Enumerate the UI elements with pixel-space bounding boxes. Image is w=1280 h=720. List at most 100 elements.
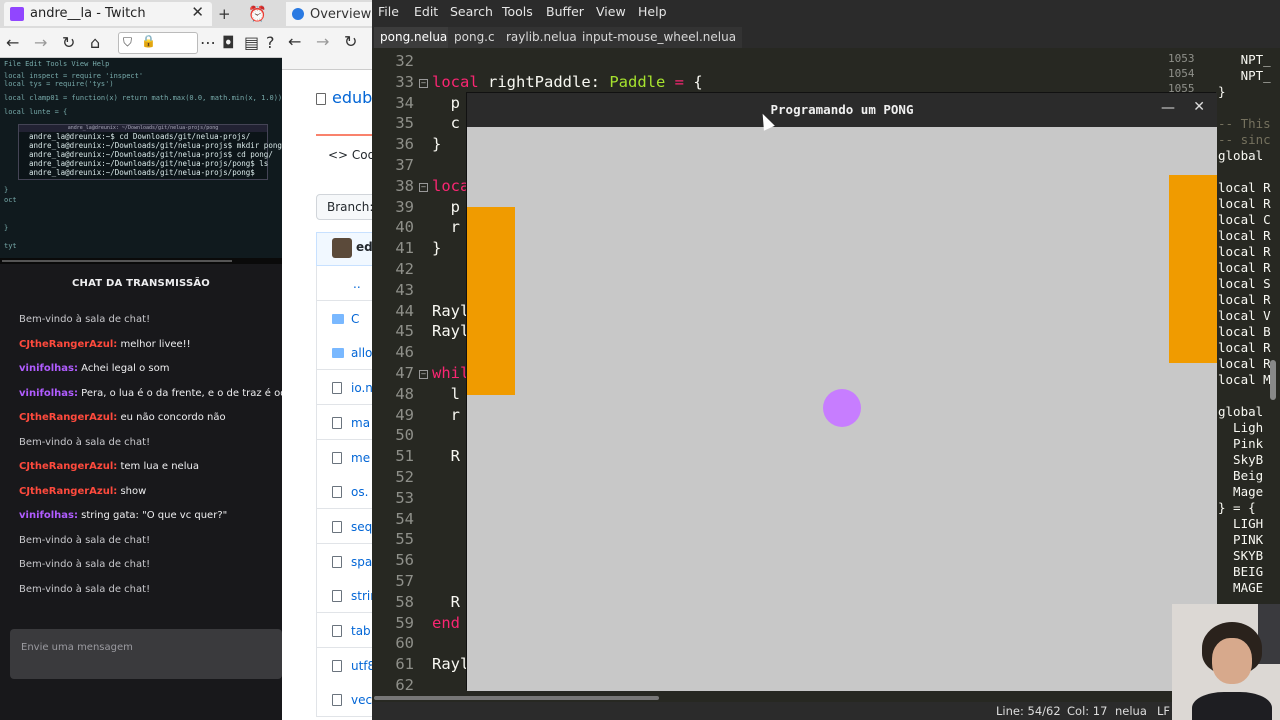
line-number: 34 [395,93,414,112]
tab-overview[interactable]: Overview [286,2,372,26]
new-tab-icon[interactable]: + [218,5,231,23]
menu-tools[interactable]: Tools [502,4,533,19]
chat-username[interactable]: vinifolhas: [19,388,78,399]
file-row[interactable]: strin [316,578,378,614]
code-line: r [432,405,460,424]
branch-select[interactable]: Branch: r [316,194,382,220]
code-line: Rayl [432,301,470,320]
file-name[interactable]: vec [351,693,372,707]
minimize-icon[interactable]: — [1161,100,1175,116]
pocket-icon[interactable]: ◘ [222,33,235,52]
chat-username[interactable]: vinifolhas: [19,510,78,521]
back-icon[interactable]: ← [288,32,301,51]
chat-message: Bem-vindo à sala de chat! [19,437,150,448]
alarm-icon[interactable]: ⏰ [248,5,267,23]
chat-username[interactable]: CJtheRangerAzul: [19,486,117,497]
menu-edit[interactable]: Edit [414,4,438,19]
chat-input[interactable]: Envie uma mensagem [10,629,282,679]
line-number: 1053 [1168,52,1195,65]
file-row[interactable]: C [316,300,376,336]
forward-icon[interactable]: → [34,33,47,52]
editor-tab[interactable]: raylib.nelua [500,27,583,48]
file-name[interactable]: os. [351,485,368,499]
file-name[interactable]: seq [351,520,372,534]
chat-username[interactable]: CJtheRangerAzul: [19,412,117,423]
status-language[interactable]: nelua [1115,704,1147,718]
file-row[interactable]: me [316,439,376,475]
menu-view[interactable]: View [596,4,626,19]
file-name[interactable]: spa [351,555,372,569]
tab-bar: Overview [282,0,372,28]
file-row[interactable]: utf8 [316,647,376,683]
file-row[interactable]: tab [316,613,376,648]
commit-author[interactable]: ed [356,240,373,254]
forward-icon[interactable]: → [316,32,329,51]
chat-message: vinifolhas: string gata: "O que vc quer?… [19,510,227,521]
editor-tab[interactable]: pong.nelua [374,27,454,48]
chat-message: Bem-vindo à sala de chat! [19,535,150,546]
file-row[interactable]: seq [316,508,376,544]
chat-username[interactable]: CJtheRangerAzul: [19,339,117,350]
chat-message: CJtheRangerAzul: show [19,486,146,497]
file-row[interactable]: ma [316,404,376,440]
tab-twitch[interactable]: andre__la - Twitch ✕ [4,2,212,26]
file-row[interactable]: vec [316,682,376,718]
file-row[interactable]: io.n [316,370,376,406]
reader-icon[interactable]: ▤ [244,33,259,52]
fold-icon[interactable]: − [419,78,428,88]
home-icon[interactable]: ⌂ [90,33,100,52]
menu-search[interactable]: Search [450,4,493,19]
terminal-line: andre_la@dreunix:~/Downloads/git/nelua-p… [29,159,269,168]
file-row[interactable]: spa [316,543,376,579]
terminal-line: andre_la@dreunix:~/Downloads/git/nelua-p… [29,168,255,177]
file-row[interactable]: os. [316,474,376,510]
chat-text: Bem-vindo à sala de chat! [19,436,151,448]
reload-icon[interactable]: ↻ [344,32,357,51]
status-eol[interactable]: LF [1157,704,1170,718]
close-tab-icon[interactable]: ✕ [191,3,204,21]
reload-icon[interactable]: ↻ [62,33,75,52]
file-row[interactable]: allo [316,335,376,371]
code-line: local B [1218,324,1271,339]
menu-buffer[interactable]: Buffer [546,4,584,19]
file-name[interactable]: C [351,312,359,326]
line-number: 46 [395,343,414,362]
editor-tab[interactable]: pong.c [448,27,501,48]
tab-code[interactable]: <> Cod [316,134,376,174]
help-icon[interactable]: ? [266,33,275,52]
editor-tab[interactable]: input-mouse_wheel.nelua [576,27,743,48]
line-number: 39 [395,197,414,216]
tab-bar: andre__la - Twitch ✕ + ⏰ [0,0,282,28]
file-name[interactable]: tab [351,624,371,638]
url-bar[interactable]: ⛉ 🔒 [118,32,198,54]
menu-help[interactable]: Help [638,4,667,19]
game-canvas[interactable] [467,127,1217,691]
file-name[interactable]: allo [351,346,372,360]
more-icon[interactable]: ⋯ [200,33,216,52]
menu-file[interactable]: File [378,4,399,19]
close-icon[interactable]: ✕ [1193,99,1205,115]
avatar[interactable] [332,238,352,258]
line-number: 38 [395,176,414,195]
pong-titlebar[interactable]: Programando um PONG — ✕ [467,93,1217,127]
code-line: l [432,384,460,403]
line-number: 50 [395,426,414,445]
terminal-scrollbar[interactable] [0,258,282,264]
file-name[interactable]: .. [353,277,361,291]
chat-username[interactable]: vinifolhas: [19,363,78,374]
file-name[interactable]: me [351,451,370,465]
back-icon[interactable]: ← [6,33,19,52]
file-name[interactable]: io.n [351,381,373,395]
file-icon [332,416,342,429]
line-number: 56 [395,551,414,570]
nav-bar: ← → ↻ [282,28,372,70]
fold-icon[interactable]: − [419,370,428,379]
horizontal-scrollbar[interactable] [372,694,1280,702]
vertical-scrollbar[interactable] [1270,360,1276,400]
file-row[interactable]: .. [316,266,376,301]
repo-icon [316,93,326,105]
fold-icon[interactable]: − [419,182,428,192]
chat-username[interactable]: CJtheRangerAzul: [19,461,117,472]
line-number: 45 [395,322,414,341]
file-name[interactable]: ma [351,416,370,430]
